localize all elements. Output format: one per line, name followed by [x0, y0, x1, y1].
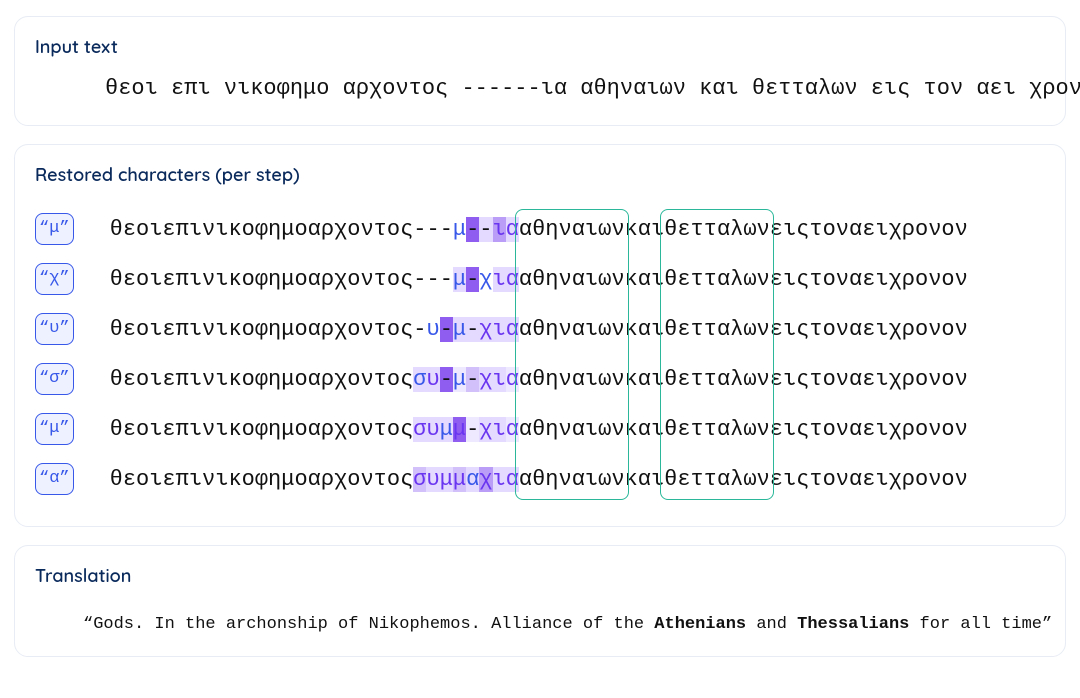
restored-char: σ	[413, 417, 426, 442]
restored-char: α	[466, 467, 479, 492]
restored-char: -	[466, 267, 479, 292]
restored-char: -	[426, 267, 439, 292]
restored-char: α	[506, 367, 519, 392]
translation-text: “Gods. In the archonship of Nikophemos. …	[83, 605, 1045, 634]
restored-char: χ	[479, 317, 492, 342]
step-chip: “χ”	[35, 263, 74, 295]
restored-char: -	[466, 367, 479, 392]
restored-char: -	[413, 317, 426, 342]
restored-char: -	[413, 267, 426, 292]
step-row: “σ”θεοι επι νικοφημο αρχοντος συ-μ-χια α…	[35, 354, 1045, 404]
restored-char: μ	[453, 467, 466, 492]
restored-char: μ	[453, 417, 466, 442]
step-chip: “α”	[35, 463, 74, 495]
step-chip: “μ”	[35, 213, 74, 245]
step-line: θεοι επι νικοφημο αρχοντος ---μ-χια αθην…	[74, 267, 968, 292]
restored-char: -	[440, 367, 453, 392]
restored-char: ι	[493, 317, 506, 342]
step-chip: “υ”	[35, 313, 74, 345]
restored-char: -	[426, 217, 439, 242]
restored-char: μ	[440, 467, 453, 492]
translation-card: Translation “Gods. In the archonship of …	[14, 545, 1066, 657]
restored-char: χ	[479, 417, 492, 442]
context-word: θετταλων	[664, 317, 770, 342]
translation-segment: for all time	[909, 615, 1042, 634]
restored-char: μ	[440, 417, 453, 442]
context-word: θετταλων	[664, 267, 770, 292]
restored-char: ι	[493, 417, 506, 442]
restored-char: -	[466, 317, 479, 342]
restored-char: μ	[453, 217, 466, 242]
context-word: αθηναιων	[519, 467, 625, 492]
step-chip: “μ”	[35, 413, 74, 445]
context-word: θετταλων	[664, 417, 770, 442]
step-row: “υ”θεοι επι νικοφημο αρχοντος -υ-μ-χια α…	[35, 304, 1045, 354]
step-chip: “σ”	[35, 363, 74, 395]
step-row: “μ”θεοι επι νικοφημο αρχοντος ---μ--ια α…	[35, 204, 1045, 254]
restored-char: α	[506, 217, 519, 242]
step-row: “μ”θεοι επι νικοφημο αρχοντος συμμ-χια α…	[35, 404, 1045, 454]
restored-char: μ	[453, 317, 466, 342]
restored-char: μ	[453, 367, 466, 392]
step-row: “χ”θεοι επι νικοφημο αρχοντος ---μ-χια α…	[35, 254, 1045, 304]
restored-char: α	[506, 467, 519, 492]
restored-char: ι	[493, 217, 506, 242]
context-word: θετταλων	[664, 367, 770, 392]
restored-char: -	[413, 217, 426, 242]
translation-title: Translation	[35, 564, 1045, 587]
translation-segment: Gods. In the archonship of Nikophemos. A…	[93, 615, 654, 634]
context-word: αθηναιων	[519, 367, 625, 392]
restored-card: Restored characters (per step) “μ”θεοι ε…	[14, 144, 1066, 527]
input-title: Input text	[35, 35, 1045, 58]
restored-char: -	[440, 317, 453, 342]
translation-segment: and	[746, 615, 797, 634]
restored-char: υ	[426, 367, 439, 392]
translation-bold: Athenians	[654, 615, 746, 634]
restored-char: σ	[413, 467, 426, 492]
restored-char: -	[440, 217, 453, 242]
restored-char: χ	[479, 467, 492, 492]
step-line: θεοι επι νικοφημο αρχοντος συ-μ-χια αθην…	[74, 367, 968, 392]
restored-steps: “μ”θεοι επι νικοφημο αρχοντος ---μ--ια α…	[35, 204, 1045, 504]
step-line: θεοι επι νικοφημο αρχοντος συμμαχια αθην…	[74, 467, 968, 492]
step-line: θεοι επι νικοφημο αρχοντος -υ-μ-χια αθην…	[74, 317, 968, 342]
restored-char: α	[506, 417, 519, 442]
restored-char: α	[506, 267, 519, 292]
restored-char: -	[466, 217, 479, 242]
restored-char: α	[506, 317, 519, 342]
context-word: θετταλων	[664, 467, 770, 492]
restored-char: υ	[426, 317, 439, 342]
restored-char: ι	[493, 367, 506, 392]
input-text: θεοι επι νικοφημο αρχοντος ------ια αθην…	[35, 76, 1045, 101]
restored-char: υ	[426, 417, 439, 442]
step-line: θεοι επι νικοφημο αρχοντος συμμ-χια αθην…	[74, 417, 968, 442]
restored-char: ι	[493, 267, 506, 292]
restored-char: μ	[453, 267, 466, 292]
step-line: θεοι επι νικοφημο αρχοντος ---μ--ια αθην…	[74, 217, 968, 242]
context-word: θετταλων	[664, 217, 770, 242]
translation-bold: Thessalians	[797, 615, 909, 634]
restored-char: χ	[479, 367, 492, 392]
restored-char: ι	[493, 467, 506, 492]
restored-char: σ	[413, 367, 426, 392]
context-word: αθηναιων	[519, 417, 625, 442]
restored-title: Restored characters (per step)	[35, 163, 1045, 186]
context-word: αθηναιων	[519, 217, 625, 242]
context-word: αθηναιων	[519, 317, 625, 342]
step-row: “α”θεοι επι νικοφημο αρχοντος συμμαχια α…	[35, 454, 1045, 504]
restored-char: -	[479, 217, 492, 242]
context-word: αθηναιων	[519, 267, 625, 292]
restored-char: -	[466, 417, 479, 442]
restored-char: -	[440, 267, 453, 292]
restored-char: χ	[479, 267, 492, 292]
restored-char: υ	[426, 467, 439, 492]
input-card: Input text θεοι επι νικοφημο αρχοντος --…	[14, 16, 1066, 126]
